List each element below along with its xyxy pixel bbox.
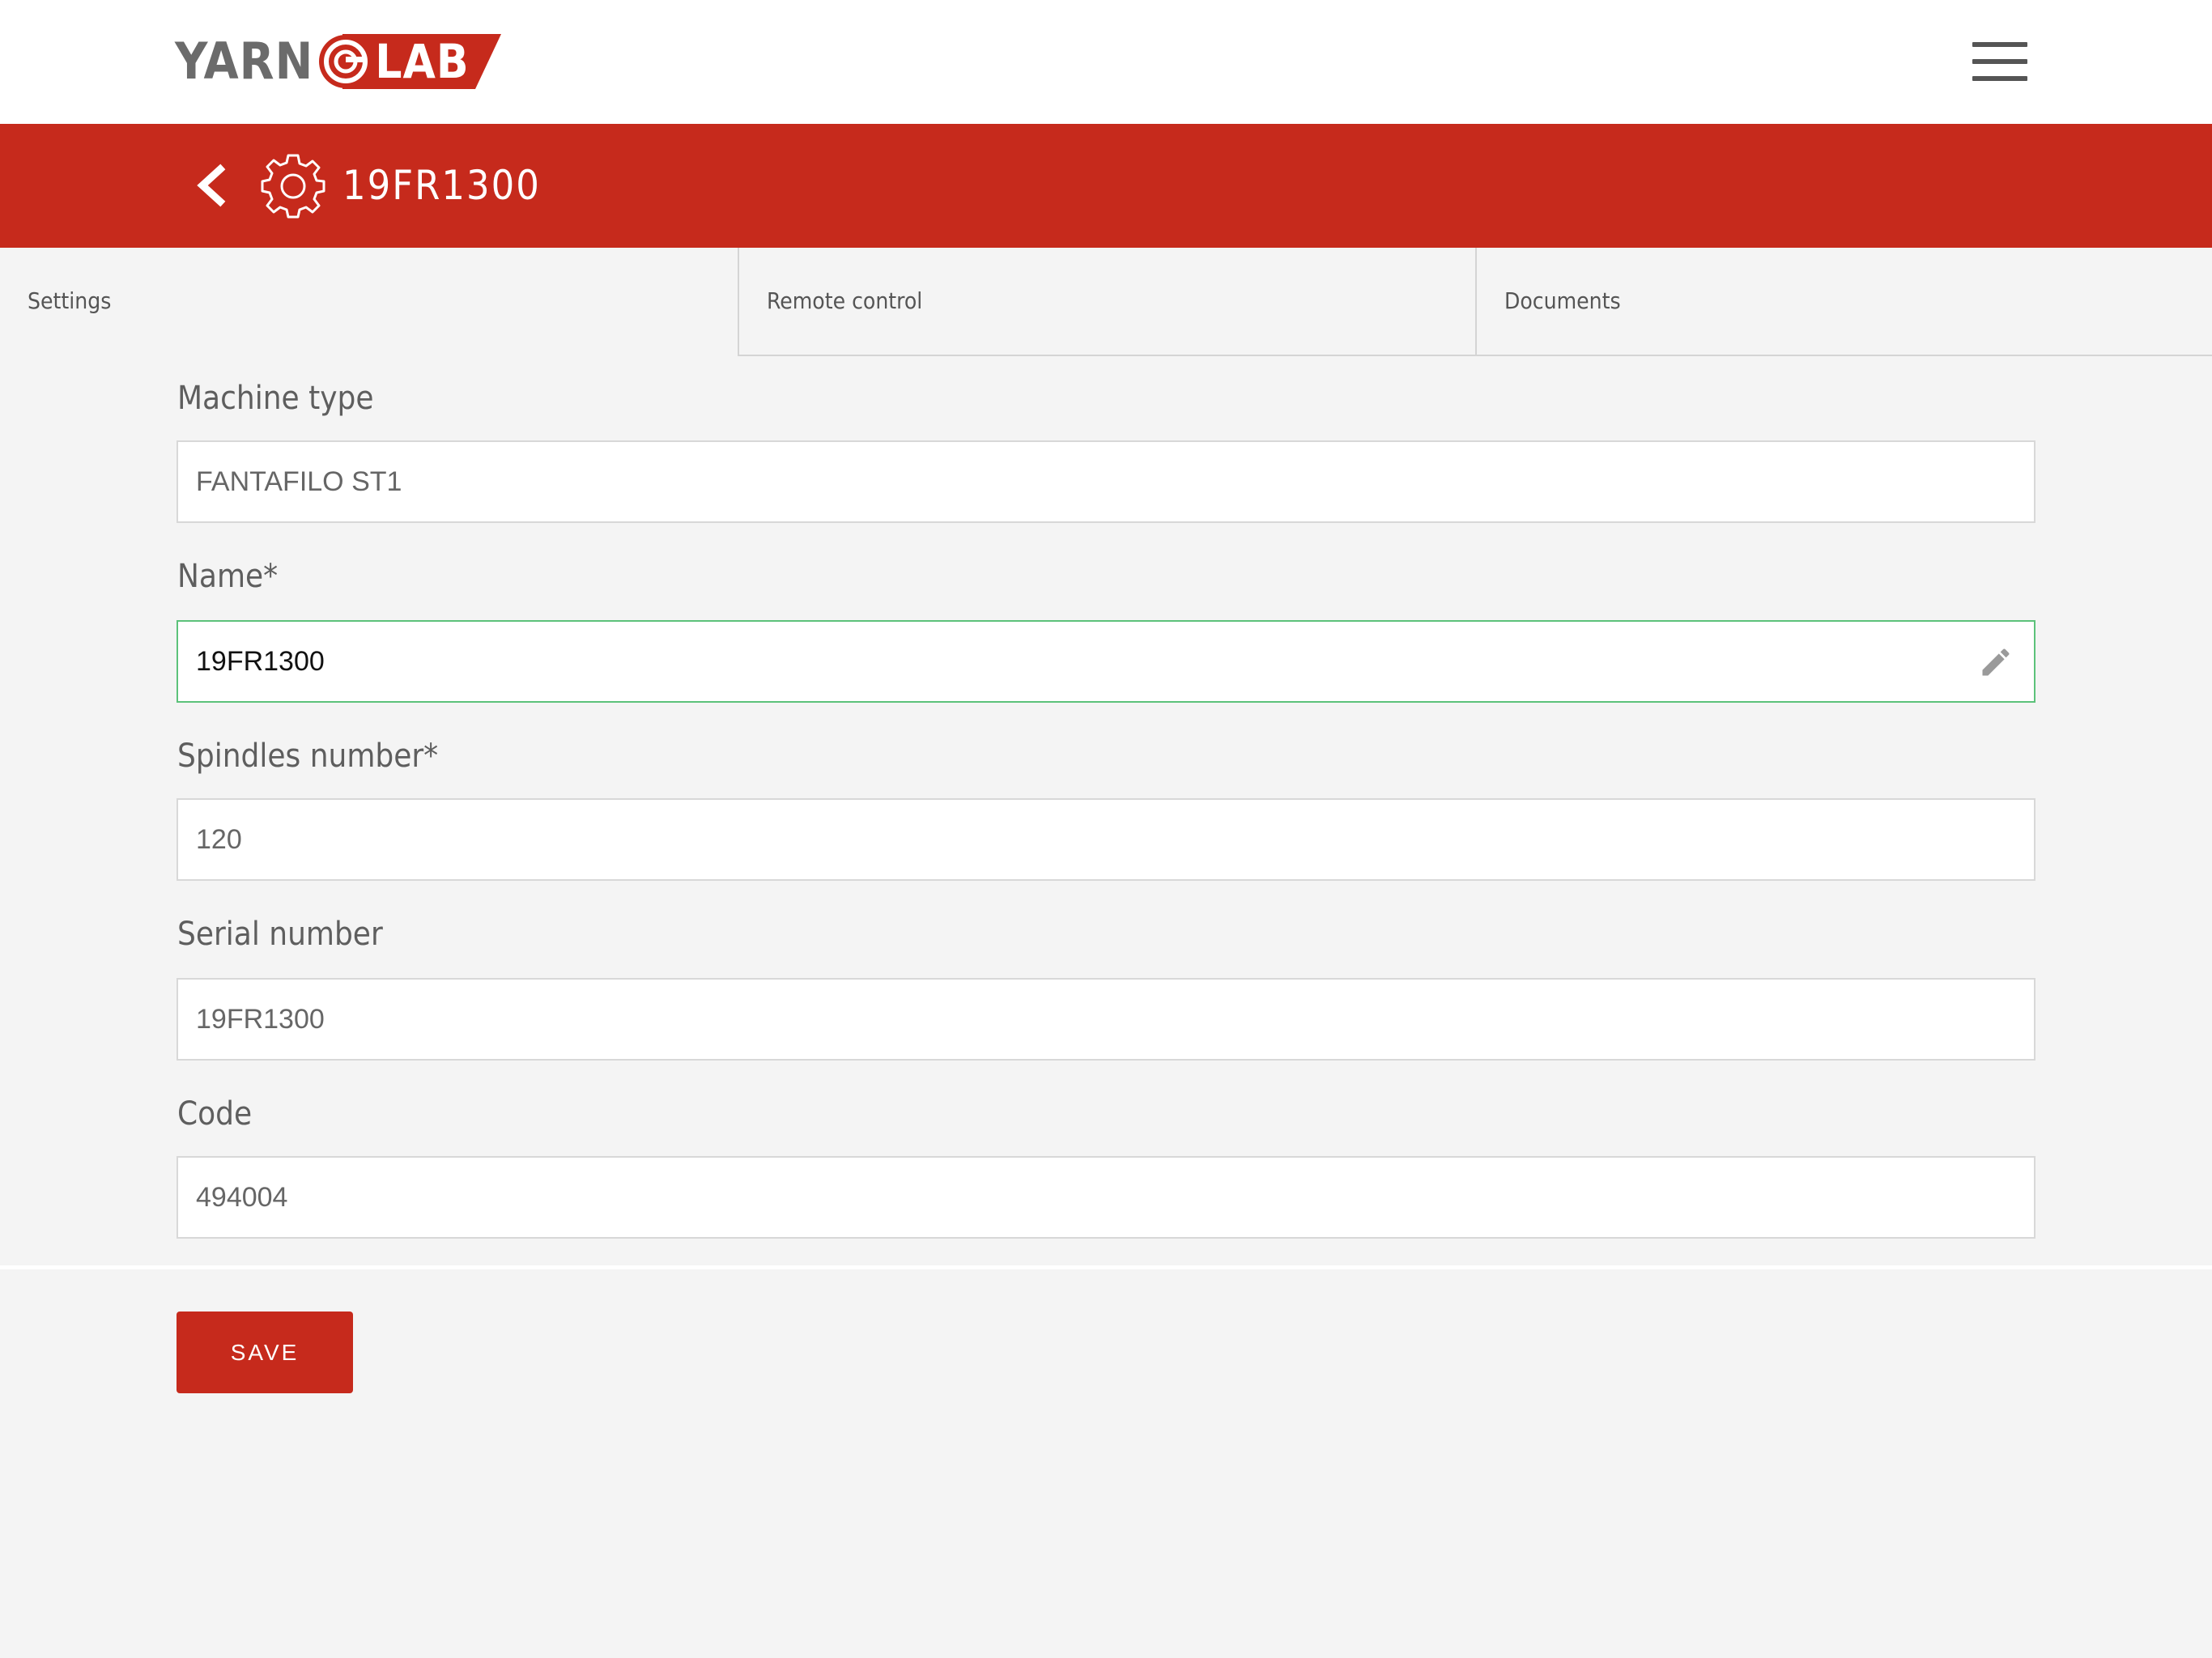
tab-bar: Settings Remote control Documents — [0, 248, 2212, 358]
save-button[interactable]: SAVE — [177, 1312, 353, 1393]
pencil-icon[interactable] — [1978, 644, 2014, 680]
logo-text-lab: LAB — [375, 34, 470, 89]
divider — [0, 1265, 2212, 1269]
serial-number-field[interactable] — [177, 978, 2035, 1061]
machine-type-label: Machine type — [177, 380, 374, 417]
page-title: 19FR1300 — [342, 162, 541, 209]
spindles-number-input[interactable] — [196, 800, 1961, 879]
gear-icon — [257, 151, 329, 222]
tab-label: Documents — [1504, 287, 1621, 314]
machine-type-field[interactable] — [177, 440, 2035, 523]
machine-type-input[interactable] — [196, 442, 1961, 521]
tab-label: Remote control — [767, 287, 923, 314]
logo-text-yarn: YARN — [175, 32, 314, 91]
chevron-left-icon[interactable] — [188, 159, 236, 211]
code-field[interactable] — [177, 1156, 2035, 1239]
serial-number-label: Serial number — [177, 916, 383, 953]
hamburger-menu-icon[interactable] — [1972, 42, 2027, 81]
top-header: YARN LAB — [0, 0, 2212, 124]
yarnlab-logo[interactable]: YARN LAB — [175, 32, 502, 91]
tab-settings[interactable]: Settings — [0, 248, 738, 356]
spindles-number-field[interactable] — [177, 798, 2035, 881]
spindles-number-label: Spindles number* — [177, 738, 439, 775]
name-field[interactable] — [177, 620, 2035, 703]
name-input[interactable] — [196, 622, 1961, 701]
serial-number-input[interactable] — [196, 980, 1961, 1059]
tab-documents[interactable]: Documents — [1475, 248, 2212, 356]
tab-label: Settings — [28, 287, 112, 314]
logo-red-badge: LAB — [318, 34, 502, 89]
code-input[interactable] — [196, 1158, 1961, 1237]
tab-remote-control[interactable]: Remote control — [738, 248, 1475, 356]
name-label: Name* — [177, 558, 279, 595]
code-label: Code — [177, 1095, 253, 1133]
title-bar: 19FR1300 — [0, 124, 2212, 248]
